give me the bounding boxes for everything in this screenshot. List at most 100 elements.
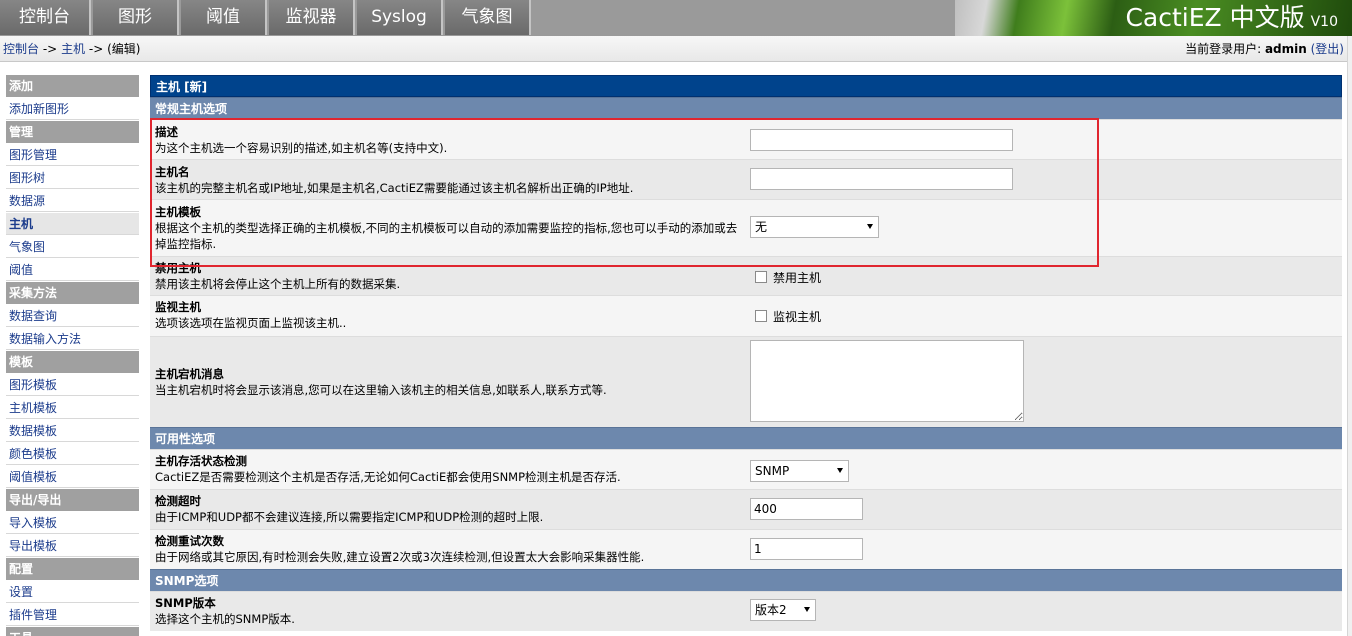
- sidebar-group-heading: 添加: [6, 75, 139, 97]
- sidebar-item[interactable]: 阈值模板: [6, 466, 139, 488]
- tab-label: 气象图: [461, 7, 513, 27]
- sidebar-item[interactable]: 导入模板: [6, 512, 139, 534]
- tab-console[interactable]: 控制台: [0, 0, 91, 35]
- sidebar-item[interactable]: 数据查询: [6, 305, 139, 327]
- field-help: CactiEZ是否需要检测这个主机是否存活,无论如何CactiE都会使用SNMP…: [155, 470, 621, 484]
- field-label: 主机名: [155, 165, 190, 179]
- tab-graphs[interactable]: 图形: [93, 0, 179, 35]
- field-label: 描述: [155, 125, 178, 139]
- sidebar-group-heading: 管理: [6, 121, 139, 143]
- field-help: 当主机宕机时将会显示该消息,您可以在这里输入该机主的相关信息,如联系人,联系方式…: [155, 383, 607, 397]
- down-message-textarea[interactable]: [750, 340, 1024, 422]
- breadcrumb-current: (编辑): [107, 42, 141, 56]
- ping-retries-input[interactable]: [750, 538, 863, 560]
- field-label: SNMP版本: [155, 596, 216, 610]
- breadcrumb-console-link[interactable]: 控制台: [3, 42, 39, 56]
- sidebar-item[interactable]: 图形管理: [6, 144, 139, 166]
- field-label: 主机模板: [155, 205, 201, 219]
- disable-host-checkbox[interactable]: [755, 271, 767, 283]
- field-label: 检测重试次数: [155, 534, 224, 548]
- field-host-template: 主机模板根据这个主机的类型选择正确的主机模板,不同的主机模板可以自动的添加需要监…: [150, 199, 1342, 256]
- sidebar-item[interactable]: 阈值: [6, 259, 139, 281]
- tab-thresholds[interactable]: 阈值: [181, 0, 267, 35]
- sidebar: 添加 添加新图形 管理 图形管理 图形树 数据源 主机 气象图 阈值 采集方法 数据查询 数据输入方法…: [6, 75, 139, 636]
- tab-label: 监视器: [285, 7, 337, 27]
- select-value: SNMP: [755, 464, 790, 478]
- field-help: 为这个主机选一个容易识别的描述,如主机名等(支持中文).: [155, 141, 448, 155]
- form-title: 主机 [新]: [150, 75, 1342, 97]
- field-label: 监视主机: [155, 300, 201, 314]
- brand-version: V10: [1310, 14, 1338, 30]
- section-availability: 可用性选项: [150, 427, 1342, 449]
- brand-logo: CactiEZ 中文版 V10: [955, 0, 1352, 36]
- field-disable-host: 禁用主机 禁用该主机将会停止这个主机上所有的数据采集. 禁用主机: [150, 256, 1342, 295]
- field-help: 由于ICMP和UDP都不会建议连接,所以需要指定ICMP和UDP检测的超时上限.: [155, 510, 544, 524]
- sidebar-item[interactable]: 导出模板: [6, 535, 139, 557]
- logout-link[interactable]: (登出): [1311, 42, 1344, 56]
- field-availability-method: 主机存活状态检测 CactiEZ是否需要检测这个主机是否存活,无论如何CactiE…: [150, 449, 1342, 489]
- breadcrumb: 控制台 -> 主机 -> (编辑): [3, 36, 141, 62]
- sidebar-item[interactable]: 添加新图形: [6, 98, 139, 120]
- sidebar-group-heading: 导出/导出: [6, 489, 139, 511]
- field-ping-timeout: 检测超时由于ICMP和UDP都不会建议连接,所以需要指定ICMP和UDP检测的超…: [150, 489, 1342, 529]
- breadcrumb-separator: ->: [42, 42, 58, 56]
- field-monitor-host: 监视主机 选项该选项在监视页面上监视该主机.. 监视主机: [150, 295, 1342, 336]
- sidebar-group-heading: 配置: [6, 558, 139, 580]
- field-help: 选项该选项在监视页面上监视该主机..: [155, 316, 347, 330]
- field-help: 选择这个主机的SNMP版本.: [155, 612, 295, 626]
- host-template-select[interactable]: 无: [750, 216, 879, 238]
- field-down-message: 主机宕机消息当主机宕机时将会显示该消息,您可以在这里输入该机主的相关信息,如联系…: [150, 336, 1342, 427]
- field-snmp-version: SNMP版本选择这个主机的SNMP版本. 版本2: [150, 591, 1342, 631]
- chevron-down-icon: [804, 607, 810, 612]
- field-help: 根据这个主机的类型选择正确的主机模板,不同的主机模板可以自动的添加需要监控的指标…: [155, 221, 738, 251]
- login-username: admin: [1264, 42, 1307, 56]
- field-label: 检测超时: [155, 494, 201, 508]
- availability-method-select[interactable]: SNMP: [750, 460, 849, 482]
- tab-label: 图形: [118, 7, 152, 27]
- sidebar-item[interactable]: 数据源: [6, 190, 139, 212]
- sidebar-item[interactable]: 颜色模板: [6, 443, 139, 465]
- tab-syslog[interactable]: Syslog: [357, 0, 443, 35]
- tab-label: Syslog: [371, 7, 427, 27]
- breadcrumb-bar: 控制台 -> 主机 -> (编辑) 当前登录用户: admin (登出): [0, 36, 1352, 62]
- sidebar-group-heading: 采集方法: [6, 282, 139, 304]
- field-description: 描述为这个主机选一个容易识别的描述,如主机名等(支持中文).: [150, 119, 1342, 159]
- select-value: 版本2: [755, 603, 787, 617]
- sidebar-item[interactable]: 主机模板: [6, 397, 139, 419]
- sidebar-item[interactable]: 数据输入方法: [6, 328, 139, 350]
- sidebar-item[interactable]: 气象图: [6, 236, 139, 258]
- sidebar-item[interactable]: 设置: [6, 581, 139, 603]
- sidebar-group-heading: 模板: [6, 351, 139, 373]
- description-input[interactable]: [750, 129, 1013, 151]
- field-label: 主机宕机消息: [155, 367, 224, 381]
- sidebar-item[interactable]: 主机: [6, 213, 139, 235]
- chevron-down-icon: [867, 224, 873, 229]
- tab-weathermap[interactable]: 气象图: [445, 0, 531, 35]
- field-help: 由于网络或其它原因,有时检测会失败,建立设置2次或3次连续检测,但设置太大会影响…: [155, 550, 645, 564]
- ping-timeout-input[interactable]: [750, 498, 863, 520]
- tab-label: 控制台: [19, 7, 70, 27]
- checkbox-label: 禁用主机: [773, 271, 822, 285]
- breadcrumb-host-link[interactable]: 主机: [61, 42, 85, 56]
- hostname-input[interactable]: [750, 168, 1013, 190]
- login-info: 当前登录用户: admin (登出): [1185, 36, 1344, 62]
- breadcrumb-separator: ->: [88, 42, 104, 56]
- tab-label: 阈值: [206, 7, 240, 27]
- brand-name: CactiEZ 中文版: [1125, 3, 1305, 32]
- section-general: 常规主机选项: [150, 97, 1342, 119]
- sidebar-group-heading: 工具: [6, 627, 139, 636]
- field-help: 该主机的完整主机名或IP地址,如果是主机名,CactiEZ需要能通过该主机名解析…: [155, 181, 634, 195]
- sidebar-item[interactable]: 图形树: [6, 167, 139, 189]
- checkbox-label: 监视主机: [773, 310, 822, 324]
- sidebar-item[interactable]: 插件管理: [6, 604, 139, 626]
- monitor-host-checkbox[interactable]: [755, 310, 767, 322]
- sidebar-item[interactable]: 图形模板: [6, 374, 139, 396]
- login-prefix: 当前登录用户:: [1185, 42, 1262, 56]
- sidebar-item[interactable]: 数据模板: [6, 420, 139, 442]
- field-label: 禁用主机: [155, 261, 201, 275]
- tab-monitor[interactable]: 监视器: [269, 0, 355, 35]
- scrollbar[interactable]: [1347, 36, 1352, 636]
- field-label: 主机存活状态检测: [155, 454, 247, 468]
- snmp-version-select[interactable]: 版本2: [750, 599, 816, 621]
- field-ping-retries: 检测重试次数由于网络或其它原因,有时检测会失败,建立设置2次或3次连续检测,但设…: [150, 529, 1342, 569]
